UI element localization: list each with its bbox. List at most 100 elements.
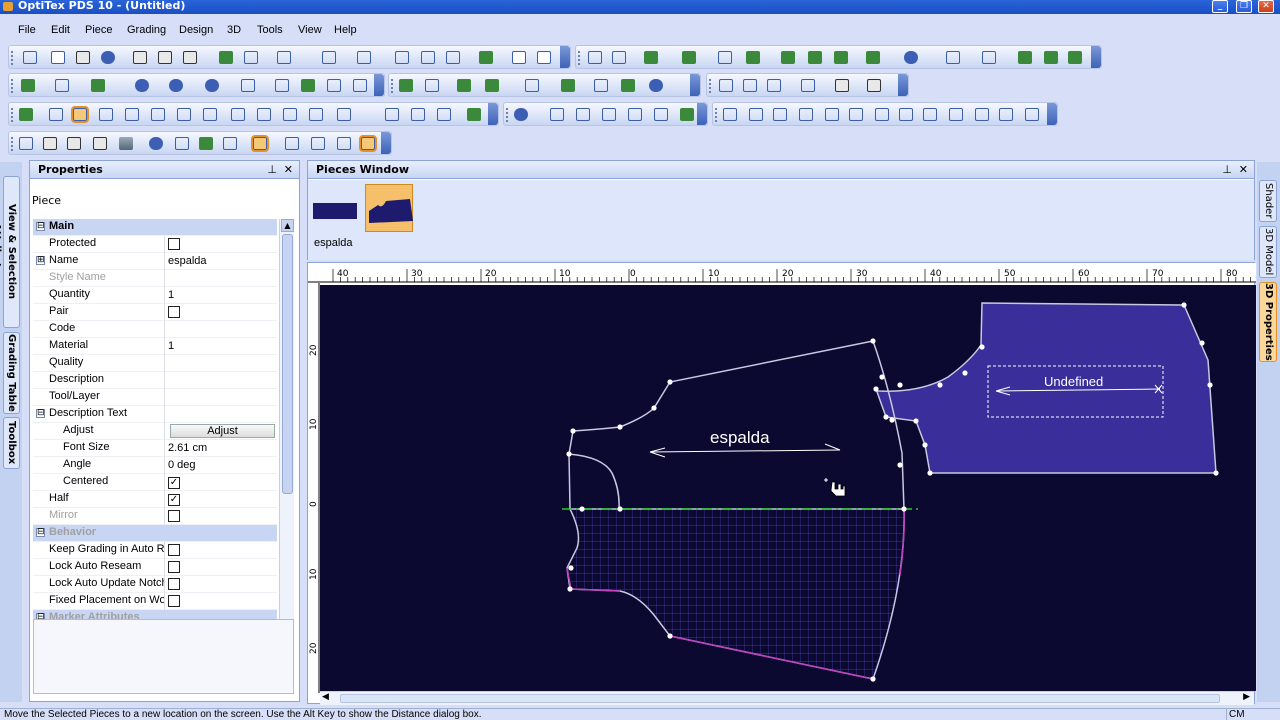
list-view-icon[interactable] [93, 137, 107, 150]
pattern-point[interactable] [901, 506, 907, 512]
circle-shape-icon[interactable] [1025, 108, 1039, 121]
property-value[interactable] [164, 389, 277, 406]
plot-icon[interactable] [183, 51, 197, 64]
grid-icon[interactable] [425, 79, 439, 92]
menu-edit[interactable]: Edit [51, 24, 70, 36]
property-row[interactable]: Style Name [33, 270, 277, 287]
property-checkbox[interactable] [164, 304, 277, 321]
zoom-icon[interactable] [277, 51, 291, 64]
scroll-right-arrow-icon[interactable]: ▶ [1243, 692, 1250, 702]
bisect-icon[interactable] [231, 108, 245, 121]
property-checkbox[interactable] [164, 559, 277, 576]
menu-design[interactable]: Design [179, 24, 213, 36]
tuck-icon[interactable] [743, 79, 757, 92]
property-row[interactable]: Protected [33, 236, 277, 253]
import-icon[interactable] [479, 51, 493, 64]
sheet-icon[interactable] [43, 137, 57, 150]
hand-piece-icon[interactable] [680, 108, 694, 121]
color-icon[interactable] [199, 137, 213, 150]
save-piece-icon[interactable] [1068, 51, 1082, 64]
v-curve-icon[interactable] [514, 108, 528, 121]
nest-icon[interactable] [1018, 51, 1032, 64]
property-checkbox[interactable] [164, 593, 277, 610]
checkbox-icon[interactable] [168, 510, 180, 522]
triangle-icon[interactable] [875, 108, 889, 121]
marker-icon[interactable] [946, 51, 960, 64]
shrink-icon[interactable] [283, 108, 297, 121]
drill-icon[interactable] [327, 79, 341, 92]
property-row[interactable]: Tool/Layer [33, 389, 277, 406]
canvas-horizontal-scrollbar[interactable]: ◀ ▶ [320, 691, 1254, 705]
pin-icon[interactable]: ⊥ [267, 161, 277, 178]
pattern-point[interactable] [567, 586, 573, 592]
pattern-point[interactable] [617, 424, 623, 430]
smooth-icon[interactable] [834, 51, 848, 64]
select-arrow-icon[interactable] [23, 51, 37, 64]
pattern-point[interactable] [570, 428, 576, 434]
pieces-pin-icon[interactable]: ⊥ [1222, 161, 1232, 178]
property-row[interactable]: Mirror [33, 508, 277, 525]
measure-icon[interactable] [244, 51, 258, 64]
property-row[interactable]: Lock Auto Update Notch [33, 576, 277, 593]
property-row[interactable]: Pair [33, 304, 277, 321]
trim-piece-icon[interactable] [177, 108, 191, 121]
pattern-point[interactable] [913, 418, 919, 424]
table-view-icon[interactable] [19, 137, 33, 150]
property-value[interactable]: 1 [164, 287, 277, 304]
save-icon[interactable] [101, 51, 115, 64]
button-icon[interactable] [205, 79, 219, 92]
user-icon[interactable] [149, 137, 163, 150]
property-row[interactable]: Half ✓ [33, 491, 277, 508]
grid-view-icon[interactable] [67, 137, 81, 150]
pattern-point[interactable] [1181, 302, 1187, 308]
menu-tools[interactable]: Tools [257, 24, 283, 36]
close-button[interactable]: ✕ [1258, 0, 1274, 13]
minimize-button[interactable]: _ [1212, 0, 1228, 13]
layout-icon[interactable] [982, 51, 996, 64]
piece-outline-icon[interactable] [285, 137, 299, 150]
menu-grading[interactable]: Grading [127, 24, 166, 36]
fit-window-icon[interactable] [223, 137, 237, 150]
expander-icon[interactable]: ⊞ [36, 256, 45, 265]
properties-close-icon[interactable]: ✕ [284, 161, 293, 178]
wave-icon[interactable] [550, 108, 564, 121]
freehand-curve-icon[interactable] [353, 79, 367, 92]
octagon-icon[interactable] [999, 108, 1013, 121]
diamond-icon[interactable] [799, 108, 813, 121]
piece-espalda-lower[interactable] [566, 508, 905, 680]
scroll-left-arrow-icon[interactable]: ◀ [322, 692, 329, 702]
pentagon-shape-icon[interactable] [949, 108, 963, 121]
adjust-button[interactable]: Adjust [170, 424, 275, 438]
fullness-icon[interactable] [767, 79, 781, 92]
pattern-point[interactable] [897, 462, 903, 468]
maximize-button[interactable]: ❐ [1236, 0, 1252, 13]
checkbox-checked-icon[interactable]: ✓ [168, 494, 180, 506]
property-row[interactable]: ⊟ Description Text [33, 406, 277, 423]
cut-icon[interactable] [395, 51, 409, 64]
pattern-point[interactable] [889, 417, 895, 423]
pattern-point[interactable] [1199, 340, 1205, 346]
property-row[interactable]: Angle 0 deg [33, 457, 277, 474]
piece-thumbnail-1[interactable] [311, 184, 359, 232]
pattern-point[interactable] [1213, 470, 1219, 476]
dimension-icon[interactable] [55, 79, 69, 92]
delete-icon[interactable] [588, 51, 602, 64]
pentagon-icon[interactable] [867, 79, 881, 92]
property-checkbox[interactable]: ✓ [164, 491, 277, 508]
checkbox-icon[interactable] [168, 306, 180, 318]
properties-scrollbar[interactable]: ▲ ▼ [279, 219, 294, 643]
property-row[interactable]: Quality [33, 355, 277, 372]
piece-dots-icon[interactable] [311, 137, 325, 150]
merge-piece-icon[interactable] [125, 108, 139, 121]
add-point-icon[interactable] [682, 51, 696, 64]
property-value[interactable]: 2.61 cm [164, 440, 277, 457]
export-icon[interactable] [1044, 51, 1058, 64]
checkbox-checked-icon[interactable]: ✓ [168, 477, 180, 489]
hexagon-icon[interactable] [975, 108, 989, 121]
pieces-close-icon[interactable]: ✕ [1239, 161, 1248, 178]
extend-icon[interactable] [257, 108, 271, 121]
checkbox-icon[interactable] [168, 561, 180, 573]
property-row[interactable]: Keep Grading in Auto Re [33, 542, 277, 559]
compass-icon[interactable] [649, 79, 663, 92]
piece-filled-icon[interactable] [337, 137, 351, 150]
